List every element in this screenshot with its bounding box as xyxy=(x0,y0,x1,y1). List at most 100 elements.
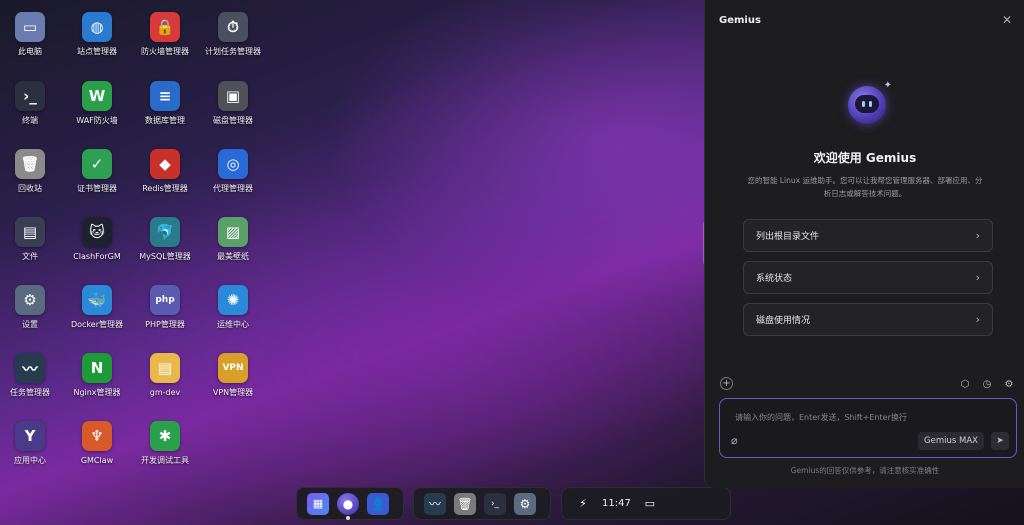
active-indicator xyxy=(346,515,350,520)
desktop-icon[interactable]: ✺ 运维中心 xyxy=(199,285,267,330)
desktop-icon-label: 回收站 xyxy=(18,184,42,193)
claw-icon: ♆ xyxy=(82,421,112,451)
desktop-icon[interactable]: ◍ 站点管理器 xyxy=(63,12,131,57)
docker-icon: 🐳 xyxy=(82,285,112,315)
desktop-icon-label: 站点管理器 xyxy=(77,47,117,56)
desktop-icon-label: 代理管理器 xyxy=(213,184,253,193)
desktop-icon-label: GMClaw xyxy=(80,456,114,465)
gemius-taskbar-button[interactable]: ● xyxy=(337,492,359,520)
desktop-icon-label: 文件 xyxy=(22,252,38,261)
history-icon[interactable]: ◷ xyxy=(980,377,994,391)
disk-icon: ▣ xyxy=(218,81,248,111)
suggestion-label: 磁盘使用情况 xyxy=(756,316,811,326)
desktop-icon-label: 应用中心 xyxy=(14,456,46,465)
user-manager-button[interactable]: 👤 xyxy=(367,492,389,515)
activity-monitor-icon[interactable]: ⚡ xyxy=(572,493,594,515)
chevron-right-icon: › xyxy=(975,229,980,242)
new-chat-icon[interactable]: + xyxy=(720,377,733,390)
cube-icon[interactable]: ⬡ xyxy=(958,377,972,391)
terminal-taskbar-button[interactable]: ›_ xyxy=(484,492,506,515)
desktop-icon-label: 任务管理器 xyxy=(10,388,50,397)
desktop-icon-label: VPN管理器 xyxy=(212,388,254,397)
desktop-icon[interactable]: N Nginx管理器 xyxy=(63,353,131,398)
desktop-icon[interactable]: 〰任务管理器 xyxy=(0,353,64,398)
clock: 11:47 xyxy=(602,498,631,509)
desktop-icon-label: 最美壁纸 xyxy=(217,252,249,261)
trash-icon: 🗑 xyxy=(15,149,45,179)
redis-icon: ◆ xyxy=(150,149,180,179)
proxy-icon: ◎ xyxy=(218,149,248,179)
desktop-icon[interactable]: ◆ Redis管理器 xyxy=(131,149,199,194)
trash-taskbar-button[interactable]: 🗑 xyxy=(454,492,476,515)
terminal-icon: ›_ xyxy=(15,81,45,111)
desktop-icon-label: 此电脑 xyxy=(18,47,42,56)
desktop-icon[interactable]: ✱ 开发调试工具 xyxy=(131,421,199,466)
taskbar-status-group: ⚡ 11:47 ▭ xyxy=(561,487,731,520)
computer-icon: ▭ xyxy=(15,12,45,42)
desktop-icon[interactable]: ≡ 数据库管理 xyxy=(131,81,199,126)
desktop-icon[interactable]: ▭ 此电脑 xyxy=(0,12,64,57)
desktop-icon-label: gm-dev xyxy=(149,388,181,397)
desktop-icon[interactable]: 🐬 MySQL管理器 xyxy=(131,217,199,262)
chat-input-box[interactable]: 请输入你的问题，Enter发送，Shift+Enter换行 ⌀ Gemius M… xyxy=(719,398,1017,458)
desktop-icon-label: Docker管理器 xyxy=(70,320,123,329)
desktop-icon-label: PHP管理器 xyxy=(145,320,185,329)
nginx-icon: N xyxy=(82,353,112,383)
task-manager-icon: 〰 xyxy=(15,353,45,383)
desktop-icon[interactable]: VPN VPN管理器 xyxy=(199,353,267,398)
desktop-icon[interactable]: php PHP管理器 xyxy=(131,285,199,330)
start-menu-button[interactable]: ▦ xyxy=(307,492,329,515)
desktop-icon-label: 计划任务管理器 xyxy=(205,47,261,56)
desktop-icon[interactable]: ▨ 最美壁纸 xyxy=(199,217,267,262)
desktop-icon[interactable]: 🗑 回收站 xyxy=(0,149,64,194)
display-icon[interactable]: ▭ xyxy=(639,493,661,515)
paperclip-icon[interactable]: ⌀ xyxy=(731,434,738,447)
folder-shortcut-icon: ▤ xyxy=(150,353,180,383)
desktop-icon[interactable]: ♆ GMClaw xyxy=(63,421,131,466)
folder-icon: ▤ xyxy=(15,217,45,247)
desktop-icon[interactable]: 🔒 防火墙管理器 xyxy=(131,12,199,57)
desktop-icon[interactable]: 🐱 ClashForGM xyxy=(63,217,131,262)
disclaimer-note: Gemius的回答仅供参考，请注意核实准确性 xyxy=(790,466,940,475)
suggestion-label: 列出根目录文件 xyxy=(756,232,820,242)
suggestion-disk-usage[interactable]: 磁盘使用情况 › xyxy=(743,303,993,336)
desktop-icon[interactable]: ⚙ 设置 xyxy=(0,285,64,330)
desktop-icon-label: Nginx管理器 xyxy=(73,388,121,397)
desktop-icon[interactable]: Y 应用中心 xyxy=(0,421,64,466)
gemius-logo-icon: ✦ xyxy=(848,80,892,124)
chevron-right-icon: › xyxy=(975,313,980,326)
desktop-icon[interactable]: ✓ 证书管理器 xyxy=(63,149,131,194)
cat-icon: 🐱 xyxy=(82,217,112,247)
desktop-icon-label: 数据库管理 xyxy=(145,116,185,125)
desktop-icon[interactable]: ▤ 文件 xyxy=(0,217,64,262)
desktop-icon-label: 终端 xyxy=(22,116,38,125)
settings-gear-icon[interactable]: ⚙ xyxy=(1002,377,1016,391)
gear-icon: ⚙ xyxy=(15,285,45,315)
desktop-icon[interactable]: ▤ gm-dev xyxy=(131,353,199,398)
desktop-icon[interactable]: 🐳 Docker管理器 xyxy=(63,285,131,330)
desktop-icon[interactable]: W WAF防火墙 xyxy=(63,81,131,126)
desktop-icon-label: 证书管理器 xyxy=(77,184,117,193)
suggestion-system-status[interactable]: 系统状态 › xyxy=(743,261,993,294)
settings-taskbar-button[interactable]: ⚙ xyxy=(514,492,536,515)
desktop-icon[interactable]: ◎ 代理管理器 xyxy=(199,149,267,194)
model-selector[interactable]: Gemius MAX xyxy=(918,432,984,450)
close-icon[interactable]: ✕ xyxy=(1002,13,1012,27)
desktop-icon[interactable]: ⏱ 计划任务管理器 xyxy=(199,12,267,57)
desktop-icon-label: 防火墙管理器 xyxy=(141,47,189,56)
suggestion-label: 系统状态 xyxy=(756,274,793,284)
gemius-panel: Gemius ✕ ✦ 欢迎使用 Gemius 您的智能 Linux 运维助手。您… xyxy=(704,0,1024,488)
globe-icon: ◍ xyxy=(82,12,112,42)
waf-icon: W xyxy=(82,81,112,111)
chat-input[interactable]: 请输入你的问题，Enter发送，Shift+Enter换行 xyxy=(735,412,907,423)
desktop-icon[interactable]: ▣ 磁盘管理器 xyxy=(199,81,267,126)
vpn-icon: VPN xyxy=(218,353,248,383)
send-icon[interactable]: ➤ xyxy=(991,432,1009,450)
app-center-icon: Y xyxy=(15,421,45,451)
desktop-icon-label: 设置 xyxy=(22,320,38,329)
task-manager-taskbar-button[interactable]: 〰 xyxy=(424,492,446,515)
panel-title: Gemius xyxy=(719,15,761,26)
suggestion-list-root-files[interactable]: 列出根目录文件 › xyxy=(743,219,993,252)
wallpaper-icon: ▨ xyxy=(218,217,248,247)
desktop-icon[interactable]: ›_ 终端 xyxy=(0,81,64,126)
